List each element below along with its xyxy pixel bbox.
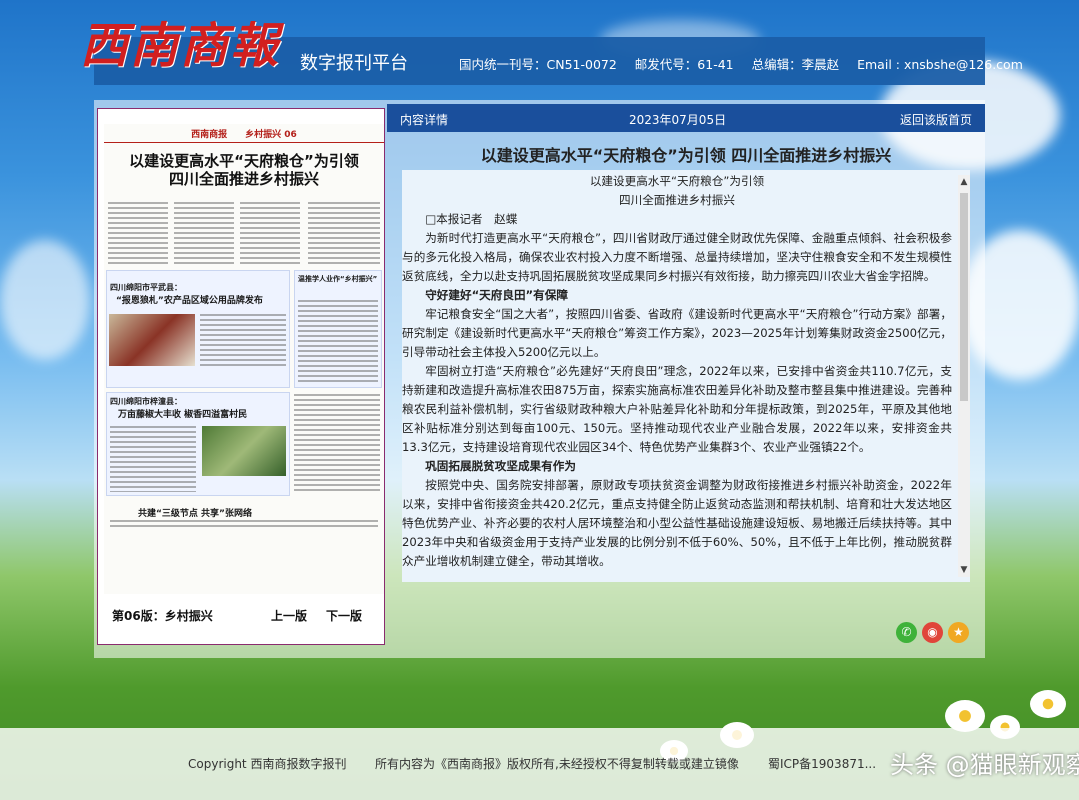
byline: □本报记者 赵蝶 — [425, 212, 518, 226]
next-page-link[interactable]: 下一版 — [326, 607, 362, 624]
paragraph: 为新时代打造更高水平“天府粮仓”，四川省财政厅通过健全财政优先保障、金融重点倾斜… — [402, 231, 952, 283]
content-header-bar: 内容详情 2023年07月05日 返回该版首页 — [387, 104, 985, 132]
header-meta: 国内统一刊号：CN51-0072 邮发代号：61-41 总编辑：李晨赵 Emai… — [459, 54, 1037, 73]
icp-number[interactable]: 蜀ICP备1903871... — [768, 755, 876, 772]
wechat-icon[interactable]: ✆ — [896, 622, 917, 643]
paper-subhead: 共建“三级节点 共享”张网络 — [138, 509, 252, 519]
chief-editor: 总编辑：李晨赵 — [751, 57, 840, 72]
article-head-1: 以建设更高水平“天府粮仓”为引领 — [589, 174, 765, 188]
paper-headline[interactable]: 以建设更高水平“天府粮仓”为引领 四川全面推进乡村振兴 — [104, 152, 384, 188]
email: Email : xnsbshe@126.com — [857, 57, 1023, 72]
paper-photo — [202, 426, 286, 476]
cloud — [0, 240, 90, 360]
text-column — [110, 520, 378, 530]
text-column — [308, 202, 380, 264]
paragraph: 按照党中央、国务院安排部署，原财政专项扶贫资金调整为财政衔接推进乡村振兴补助资金… — [402, 478, 952, 568]
paragraph: 牢固树立打造“天府粮仓”必先建好“天府良田”理念，2022年以来，已安排中省资金… — [402, 364, 952, 454]
paper-photo — [109, 314, 195, 366]
paper-headline-line2: 四川全面推进乡村振兴 — [168, 170, 319, 188]
rights-notice: 所有内容为《西南商报》版权所有,未经授权不得复制转载或建立镜像 — [375, 757, 739, 771]
scroll-down-icon[interactable]: ▼ — [959, 565, 969, 575]
paper-subhead: 温推学人业作“乡村振兴” — [298, 275, 378, 283]
favorite-icon[interactable]: ★ — [948, 622, 969, 643]
paper-subhead: 四川绵阳市平武县： — [110, 283, 182, 292]
scroll-up-icon[interactable]: ▲ — [959, 177, 969, 187]
text-column — [240, 202, 300, 264]
daisy-decoration — [1030, 690, 1066, 718]
text-column — [200, 314, 286, 366]
watermark: 头条 @猫眼新观察 — [890, 751, 1079, 779]
paper-subhead: 万亩藤椒大丰收 椒香四溢富村民 — [118, 410, 248, 420]
weibo-icon[interactable]: ◉ — [922, 622, 943, 643]
copyright: Copyright 西南商报数字报刊 — [188, 757, 347, 771]
text-column — [110, 426, 196, 492]
article-title: 以建设更高水平“天府粮仓”为引领 四川全面推进乡村振兴 — [480, 146, 892, 165]
prev-page-link[interactable]: 上一版 — [271, 607, 307, 624]
post-code: 邮发代号：61-41 — [634, 57, 734, 72]
paper-masthead: 西南商报 乡村振兴 06 — [104, 127, 384, 143]
article-body[interactable]: 以建设更高水平“天府粮仓”为引领 四川全面推进乡村振兴 □本报记者 赵蝶 为新时… — [402, 170, 970, 582]
article-head-2: 四川全面推进乡村振兴 — [619, 193, 735, 207]
scrollbar-thumb[interactable] — [960, 193, 968, 401]
article-scrollbar[interactable]: ▲ ▼ — [958, 175, 970, 577]
text-column — [174, 202, 234, 264]
cn-number: 国内统一刊号：CN51-0072 — [459, 57, 617, 72]
section-heading: 巩固拓展脱贫攻坚成果有作为 — [425, 459, 576, 473]
content-tab[interactable]: 内容详情 — [400, 111, 448, 128]
back-to-page-link[interactable]: 返回该版首页 — [900, 111, 972, 128]
section-heading: 守好建好“天府良田”有保障 — [425, 288, 568, 302]
newspaper-page-image[interactable]: 西南商报 乡村振兴 06 以建设更高水平“天府粮仓”为引领 四川全面推进乡村振兴… — [104, 124, 384, 594]
page-label: 第06版：乡村振兴 — [112, 609, 213, 623]
text-column — [298, 300, 378, 384]
platform-title: 数字报刊平台 — [300, 53, 408, 74]
text-column — [294, 394, 380, 492]
site-logo[interactable]: 西南商報 — [80, 6, 280, 76]
paragraph: 牢记粮食安全“国之大者”，按照四川省委、省政府《建设新时代更高水平“天府粮仓”行… — [402, 307, 952, 359]
text-column — [108, 202, 168, 264]
paper-headline-line1: 以建设更高水平“天府粮仓”为引领 — [129, 152, 359, 170]
issue-date: 2023年07月05日 — [629, 113, 727, 127]
paper-subhead: 四川绵阳市梓潼县： — [110, 397, 182, 406]
paper-subhead: “报恩狼札”农产品区域公用品牌发布 — [116, 296, 263, 306]
